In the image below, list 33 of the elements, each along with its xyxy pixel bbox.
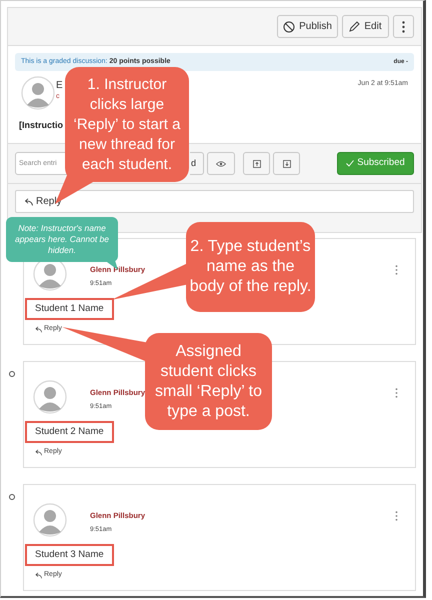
callout: 1. Instructor clicks large ‘Reply’ to start a new thread for each student. (65, 67, 189, 182)
post-body: [Instructio (19, 119, 63, 132)
callout: Assigned student clicks small ‘Reply’ to type a post. (145, 333, 272, 430)
pencil-icon (349, 21, 360, 32)
callout: Note: Instructor's name appears here. Cannot be hidden. (6, 217, 118, 262)
more-icon[interactable] (395, 511, 398, 521)
reply-icon (34, 448, 42, 456)
edit-button[interactable]: Edit (342, 15, 389, 38)
eye-icon (216, 160, 226, 166)
upload-icon (252, 160, 260, 168)
more-icon (402, 20, 405, 32)
filter-button[interactable]: d (190, 152, 204, 175)
reply-icon (34, 572, 42, 579)
download-icon (282, 160, 290, 168)
expand-button[interactable] (273, 152, 300, 175)
avatar (21, 76, 55, 110)
callout: 2. Type student’s name as the body of the reply. (186, 222, 315, 312)
reply-icon (23, 198, 33, 206)
avatar (33, 503, 67, 537)
more-icon[interactable] (395, 388, 398, 398)
reply-icon (34, 326, 42, 333)
check-icon (346, 160, 354, 167)
more-icon[interactable] (395, 265, 398, 275)
view-button[interactable] (207, 152, 235, 175)
more-button[interactable] (393, 15, 414, 38)
author-name: E (56, 80, 63, 92)
post-body: Student 1 Name (25, 298, 114, 320)
publish-button[interactable]: Publish (277, 15, 338, 38)
collapse-button[interactable] (243, 152, 270, 175)
avatar (33, 380, 67, 414)
post-body: Student 2 Name (25, 421, 114, 443)
post-body: Student 3 Name (25, 544, 114, 566)
unpublished-icon (283, 20, 296, 32)
